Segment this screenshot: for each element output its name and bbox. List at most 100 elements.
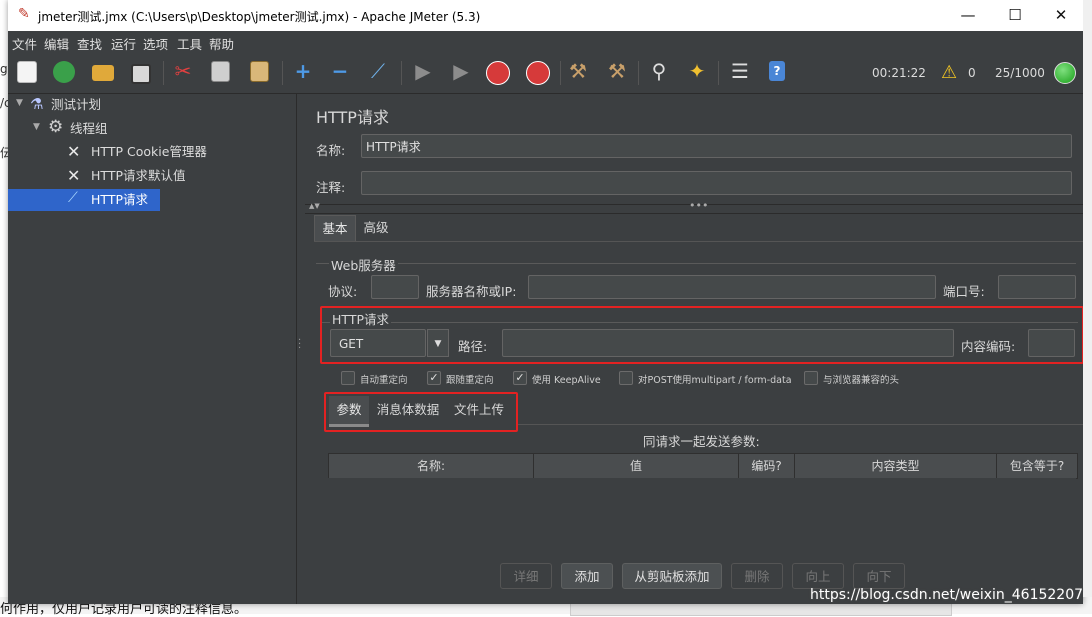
shutdown-icon[interactable] [526,61,550,85]
tools-icon: ✕ [67,142,81,161]
auto-redirect-label: 自动重定向 [360,375,408,386]
toolbar-separator [282,61,283,85]
method-dropdown-button[interactable]: ▼ [427,329,449,357]
reset-search-broom-icon[interactable]: ✦ [685,59,709,83]
params-table-body[interactable] [328,478,1076,556]
column-header-value[interactable]: 值 [534,454,739,478]
follow-redirects-label: 跟随重定向 [446,375,494,386]
method-select[interactable]: GET [330,329,426,357]
name-label: 名称: [316,143,346,158]
menu-search[interactable]: 查找 [77,34,102,53]
open-folder-icon[interactable] [92,65,114,81]
start-icon[interactable]: ▶ [411,59,435,83]
jmeter-feather-icon: ✎ [18,6,30,22]
column-header-content-type[interactable]: 内容类型 [795,454,997,478]
search-binoculars-icon[interactable]: ⚲ [647,59,671,83]
paste-icon[interactable] [250,61,269,82]
menu-file[interactable]: 文件 [12,34,37,53]
port-field[interactable] [998,275,1076,299]
tree-item-thread-group[interactable]: 线程组 [70,118,108,140]
add-button[interactable]: 添加 [561,563,613,589]
templates-icon[interactable] [53,61,75,83]
name-field[interactable]: HTTP请求 [361,134,1072,158]
browser-compatible-label: 与浏览器兼容的头 [823,375,900,386]
menu-bar: 文件 编辑 查找 运行 选项 工具 帮助 [8,31,1083,53]
protocol-label: 协议: [328,284,358,299]
stop-icon[interactable] [486,61,510,85]
multipart-checkbox[interactable] [619,371,633,385]
move-down-button[interactable]: 向下 [853,563,905,589]
start-no-pauses-icon[interactable]: ▶ [449,59,473,83]
function-helper-icon[interactable]: ☰ [728,59,752,83]
browser-compatible-checkbox[interactable] [804,371,818,385]
jmeter-window: ✎ jmeter测试.jmx (C:\Users\p\Desktop\jmete… [8,0,1084,604]
minimize-button[interactable]: — [945,2,991,30]
move-up-button[interactable]: 向上 [792,563,844,589]
panel-heading: HTTP请求 [316,108,389,127]
column-header-include-equals[interactable]: 包含等于? [997,454,1077,478]
clear-icon[interactable]: ⚒ [566,59,590,83]
splitter-grip-icon: ••• [689,199,709,212]
menu-edit[interactable]: 编辑 [44,34,69,53]
tab-basic-label: 基本 [322,221,348,236]
tab-parameters[interactable]: 参数 [329,396,369,427]
detail-button[interactable]: 详细 [500,563,552,589]
keepalive-label: 使用 KeepAlive [532,375,601,386]
new-file-icon[interactable] [17,61,37,83]
path-label: 路径: [458,339,488,354]
menu-options[interactable]: 选项 [143,34,168,53]
encoding-field[interactable] [1028,329,1075,357]
sampler-panel: HTTP请求 名称: HTTP请求 注释: ▲▼ ••• 基本 高级 Web服务… [305,94,1084,604]
server-field[interactable] [528,275,936,299]
tree-item-request-defaults[interactable]: HTTP请求默认值 [91,165,186,187]
tab-body-data[interactable]: 消息体数据 [373,396,443,424]
splitter-grip-icon: · · · [298,335,302,354]
chevron-down-icon[interactable]: ▼ [16,98,23,108]
chevron-down-icon[interactable]: ▼ [33,122,40,132]
multipart-label: 对POST使用multipart / form-data [638,375,792,386]
comment-field[interactable] [361,171,1072,195]
close-button[interactable]: ✕ [1038,2,1084,30]
collapse-arrows-icon[interactable]: ▲▼ [309,202,320,210]
clear-all-icon[interactable]: ⚒ [605,59,629,83]
pipette-icon: ⟋ [68,190,78,206]
copy-icon[interactable] [211,61,230,82]
menu-help[interactable]: 帮助 [209,34,234,53]
column-header-name[interactable]: 名称: [329,454,534,478]
delete-button[interactable]: 删除 [731,563,783,589]
tab-body-data-label: 消息体数据 [376,402,440,417]
flask-icon: ⚗ [30,95,44,113]
cut-icon[interactable]: ✂ [171,59,195,83]
toggle-icon[interactable]: ⟋ [366,59,390,83]
auto-redirect-checkbox[interactable] [341,371,355,385]
method-value: GET [339,337,364,351]
tab-advanced[interactable]: 高级 [355,215,397,241]
help-icon[interactable]: ? [769,61,785,81]
keepalive-checkbox[interactable]: ✓ [513,371,527,385]
expand-icon[interactable]: + [291,59,315,83]
menu-tools[interactable]: 工具 [177,34,202,53]
warning-icon[interactable]: ⚠ [941,62,957,83]
save-icon[interactable] [131,64,151,84]
protocol-field[interactable] [371,275,419,299]
collapse-icon[interactable]: − [328,59,352,83]
test-plan-tree: ▼ ⚗ 测试计划 ▼ ⚙ 线程组 ✕ HTTP Cookie管理器 ✕ HTTP… [8,94,296,604]
tab-file-upload[interactable]: 文件上传 [449,396,509,424]
path-field[interactable] [502,329,954,357]
add-from-clipboard-button[interactable]: 从剪贴板添加 [622,563,722,589]
menu-run[interactable]: 运行 [111,34,136,53]
web-server-legend: Web服务器 [329,255,398,274]
tree-item-test-plan[interactable]: 测试计划 [51,94,101,116]
tab-parameters-label: 参数 [336,402,362,417]
horizontal-splitter[interactable]: ▲▼ ••• [305,199,1083,214]
column-header-encode[interactable]: 编码? [739,454,795,478]
follow-redirects-checkbox[interactable]: ✓ [427,371,441,385]
tab-basic[interactable]: 基本 [314,215,356,242]
background-right-strip [1083,0,1092,597]
tree-item-http-request[interactable]: HTTP请求 [91,189,148,211]
tree-item-cookie-manager[interactable]: HTTP Cookie管理器 [91,141,207,163]
running-status-icon [1054,62,1076,84]
maximize-button[interactable]: ☐ [992,2,1038,30]
toolbar-separator [560,61,561,85]
http-request-legend: HTTP请求 [330,309,391,328]
